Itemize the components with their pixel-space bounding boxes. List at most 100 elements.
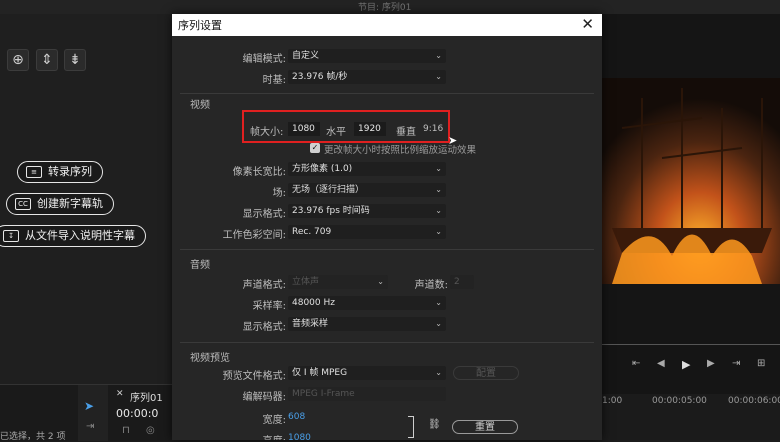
time-label: 00:00:06:00 xyxy=(728,396,780,406)
chevron-down-icon: ⌄ xyxy=(435,51,442,60)
scale-motion-label: 更改帧大小时按照比例缩放运动效果 xyxy=(324,145,477,156)
chevron-down-icon: ⌄ xyxy=(435,185,442,194)
video-preview-section-title: 视频预览 xyxy=(190,353,230,364)
import-captions-label: 从文件导入说明性字幕 xyxy=(25,229,135,242)
cc-icon: CC xyxy=(15,198,31,210)
channel-count-label: 声道数: xyxy=(414,280,448,291)
sequence-tab-close-icon[interactable]: ✕ xyxy=(116,389,124,399)
color-space-label: 工作色彩空间: xyxy=(222,230,286,241)
chevron-down-icon: ⌄ xyxy=(435,368,442,377)
codec-label: 编解码器: xyxy=(242,392,286,403)
time-label: 1:00 xyxy=(602,396,623,406)
step-back-icon[interactable]: ⇤ xyxy=(632,358,640,369)
selection-tool-icon[interactable]: ➤ xyxy=(84,399,94,413)
tools-strip: ➤ ⇥ xyxy=(78,385,108,441)
snap-icon[interactable]: ⊓ xyxy=(122,425,130,436)
time-label: 00:00:05:00 xyxy=(652,396,707,406)
program-monitor-title: 节目: 序列01 xyxy=(358,3,412,13)
import-file-icon: ↧ xyxy=(3,230,19,242)
video-section-title: 视频 xyxy=(190,100,210,111)
edit-mode-label: 编辑模式: xyxy=(242,54,286,65)
divider xyxy=(180,93,594,94)
transcribe-sequence-button[interactable]: ≡ 转录序列 xyxy=(17,161,103,183)
sequence-settings-dialog: 序列设置 ✕ 编辑模式: 自定义 ⌄ 时基: 23.976 帧/秒 ⌄ 视频 帧大小… xyxy=(172,14,602,440)
preview-format-label: 预览文件格式: xyxy=(222,371,286,382)
next-frame-icon[interactable]: ▶ xyxy=(707,358,715,369)
sequence-tab[interactable]: 序列01 xyxy=(130,389,163,404)
sample-rate-dropdown[interactable]: 48000 Hz ⌄ xyxy=(288,296,446,310)
dialog-body: 编辑模式: 自定义 ⌄ 时基: 23.976 帧/秒 ⌄ 视频 帧大小: 1080 … xyxy=(172,36,602,440)
preview-height-value[interactable]: 1080 xyxy=(288,433,311,440)
chevron-down-icon: ⌄ xyxy=(377,277,384,286)
chevron-down-icon: ⌄ xyxy=(435,319,442,328)
edit-mode-dropdown[interactable]: 自定义 ⌄ xyxy=(288,49,446,63)
audio-display-format-label: 显示格式: xyxy=(242,322,286,333)
go-to-out-icon[interactable]: ⇟ xyxy=(64,49,86,71)
transcribe-icon: ≡ xyxy=(26,166,42,178)
preview-width-label: 宽度: xyxy=(262,415,286,426)
add-marker-icon[interactable]: ⊕ xyxy=(7,49,29,71)
reset-button[interactable]: 重置 xyxy=(452,420,518,434)
create-caption-track-button[interactable]: CC 创建新字幕轨 xyxy=(6,193,114,215)
chevron-down-icon: ⌄ xyxy=(435,206,442,215)
monitor-scrub-bar[interactable] xyxy=(602,344,780,345)
vertical-label: 垂直 xyxy=(396,127,416,138)
frame-size-label: 帧大小: xyxy=(250,127,284,138)
timebase-label: 时基: xyxy=(262,75,286,86)
chevron-down-icon: ⌄ xyxy=(435,298,442,307)
create-caption-label: 创建新字幕轨 xyxy=(37,197,103,210)
burning-ship-image xyxy=(602,78,780,284)
configure-button[interactable]: 配置 xyxy=(453,366,519,380)
import-captions-button[interactable]: ↧ 从文件导入说明性字幕 xyxy=(0,225,146,247)
audio-display-format-dropdown[interactable]: 音频采样 ⌄ xyxy=(288,317,446,331)
play-icon[interactable]: ▶ xyxy=(682,358,690,371)
link-bracket xyxy=(408,416,414,438)
sample-rate-label: 采样率: xyxy=(252,301,286,312)
preview-height-label: 高度: xyxy=(200,432,286,440)
previous-frame-icon[interactable]: ◀ xyxy=(657,358,665,369)
pixel-aspect-label: 像素长宽比: xyxy=(232,167,286,178)
sequence-timecode[interactable]: 00:00:0 xyxy=(116,407,158,420)
preview-width-value[interactable]: 608 xyxy=(288,412,305,422)
display-format-label: 显示格式: xyxy=(242,209,286,220)
timeline-ruler: 1:00 00:00:05:00 00:00:06:00 xyxy=(602,394,780,440)
scale-motion-checkbox[interactable]: ✓ xyxy=(310,143,320,153)
app-top-bar: 节目: 序列01 xyxy=(0,0,780,14)
transport-controls: ⇤ ◀ ▶ ▶ ⇥ ⊞ xyxy=(602,358,780,374)
divider xyxy=(180,249,594,250)
channel-format-dropdown[interactable]: 立体声 ⌄ xyxy=(288,275,388,289)
channel-count-field[interactable]: 2 xyxy=(450,275,474,289)
frame-height-input[interactable]: 1920 xyxy=(354,122,386,136)
preview-format-dropdown[interactable]: 仅 I 帧 MPEG ⌄ xyxy=(288,366,446,380)
channel-format-label: 声道格式: xyxy=(242,280,286,291)
insert-icon[interactable]: ⊞ xyxy=(757,358,765,369)
audio-section-title: 音频 xyxy=(190,260,210,271)
fields-label: 场: xyxy=(272,188,286,199)
close-icon[interactable]: ✕ xyxy=(581,15,594,33)
chevron-down-icon: ⌄ xyxy=(435,72,442,81)
frame-width-input[interactable]: 1080 xyxy=(288,122,320,136)
link-icon[interactable]: ◎ xyxy=(146,425,155,436)
aspect-ratio-value: 9:16 xyxy=(423,124,444,134)
display-format-dropdown[interactable]: 23.976 fps 时间码 ⌄ xyxy=(288,204,446,218)
chevron-down-icon: ⌄ xyxy=(435,164,442,173)
transcribe-label: 转录序列 xyxy=(48,165,92,178)
video-preview-frame xyxy=(602,78,780,284)
pixel-aspect-dropdown[interactable]: 方形像素 (1.0) ⌄ xyxy=(288,162,446,176)
track-select-icon[interactable]: ⇥ xyxy=(86,421,94,432)
captions-panel: ⊕ ⇕ ⇟ ≡ 转录序列 CC 创建新字幕轨 ↧ 从文件导入说明性字幕 xyxy=(0,14,172,384)
dialog-title-bar: 序列设置 ✕ xyxy=(172,14,602,36)
chain-link-icon[interactable]: ⛓ xyxy=(428,419,441,430)
project-bottom-panel: 已选择，共 2 项 ➤ ⇥ ✕ 序列01 00:00:0 ⊓ ◎ xyxy=(0,384,172,442)
codec-dropdown[interactable]: MPEG I-Frame xyxy=(288,387,446,401)
step-forward-icon[interactable]: ⇥ xyxy=(732,358,740,369)
dialog-title: 序列设置 xyxy=(178,19,222,32)
timebase-dropdown[interactable]: 23.976 帧/秒 ⌄ xyxy=(288,70,446,84)
fields-dropdown[interactable]: 无场（逐行扫描） ⌄ xyxy=(288,183,446,197)
go-to-in-icon[interactable]: ⇕ xyxy=(36,49,58,71)
chevron-down-icon: ⌄ xyxy=(435,227,442,236)
color-space-dropdown[interactable]: Rec. 709 ⌄ xyxy=(288,225,446,239)
selection-status: 已选择，共 2 项 xyxy=(0,432,66,442)
horizontal-label: 水平 xyxy=(326,127,346,138)
divider xyxy=(180,342,594,343)
